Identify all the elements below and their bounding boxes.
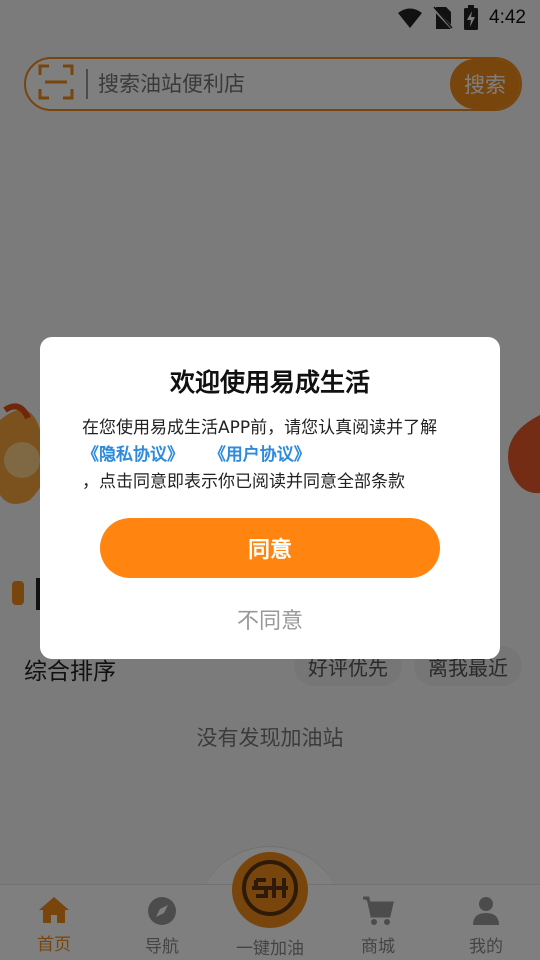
privacy-policy-link[interactable]: 《隐私协议》	[82, 445, 184, 465]
dialog-title: 欢迎使用易成生活	[169, 368, 370, 397]
disagree-button[interactable]: 不同意	[40, 603, 500, 635]
dialog-outro: ，点击同意即表示你已阅读并同意全部条款	[82, 472, 405, 492]
user-agreement-link[interactable]: 《用户协议》	[209, 445, 311, 465]
dialog-body: 在您使用易成生活APP前，请您认真阅读并了解 《隐私协议》 《用户协议》 ，点击…	[82, 415, 472, 496]
dialog-links: 《隐私协议》 《用户协议》	[82, 442, 472, 469]
dialog-intro: 在您使用易成生活APP前，请您认真阅读并了解	[82, 418, 438, 438]
agree-button[interactable]: 同意	[100, 518, 440, 578]
welcome-dialog: 欢迎使用易成生活 在您使用易成生活APP前，请您认真阅读并了解 《隐私协议》 《…	[40, 337, 500, 659]
